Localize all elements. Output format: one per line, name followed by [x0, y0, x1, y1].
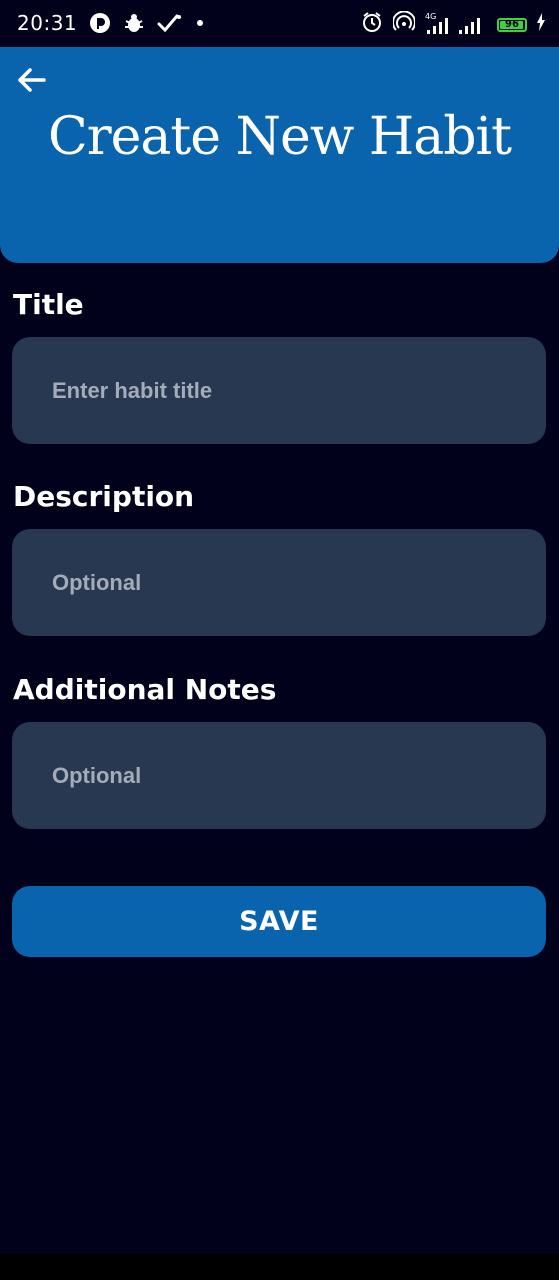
- back-button[interactable]: [14, 65, 48, 95]
- battery-level: 96: [505, 19, 519, 30]
- bug-icon: [123, 12, 145, 39]
- alarm-icon: [361, 11, 383, 38]
- title-label: Title: [13, 288, 84, 321]
- signal-icon: 4G: [425, 11, 487, 36]
- system-nav-bar: [0, 1254, 559, 1280]
- page-title: Create New Habit: [47, 107, 512, 167]
- more-dot-icon: [195, 12, 205, 39]
- description-label: Description: [13, 480, 195, 513]
- app-header: Create New Habit: [0, 47, 559, 263]
- charging-icon: [537, 13, 545, 36]
- battery-icon: 96: [497, 17, 527, 32]
- status-bar: 20:31 4G 96: [0, 0, 559, 46]
- additional-notes-label: Additional Notes: [13, 673, 277, 706]
- app-notification-icon: [89, 12, 111, 39]
- network-type: 4G: [425, 11, 437, 21]
- create-habit-screen: 20:31 4G 96 Create New Habit Title Enter…: [0, 0, 559, 1280]
- status-notification-icons: [89, 12, 205, 39]
- additional-notes-input[interactable]: [12, 722, 546, 829]
- arrow-left-icon: [18, 68, 46, 92]
- hotspot-icon: [392, 10, 416, 38]
- description-input[interactable]: [12, 529, 546, 636]
- check-notification-icon: [157, 12, 183, 39]
- status-time: 20:31: [17, 11, 78, 35]
- status-system-icons: 4G 96: [361, 10, 545, 38]
- title-input[interactable]: [12, 337, 546, 444]
- save-button[interactable]: SAVE: [12, 886, 546, 957]
